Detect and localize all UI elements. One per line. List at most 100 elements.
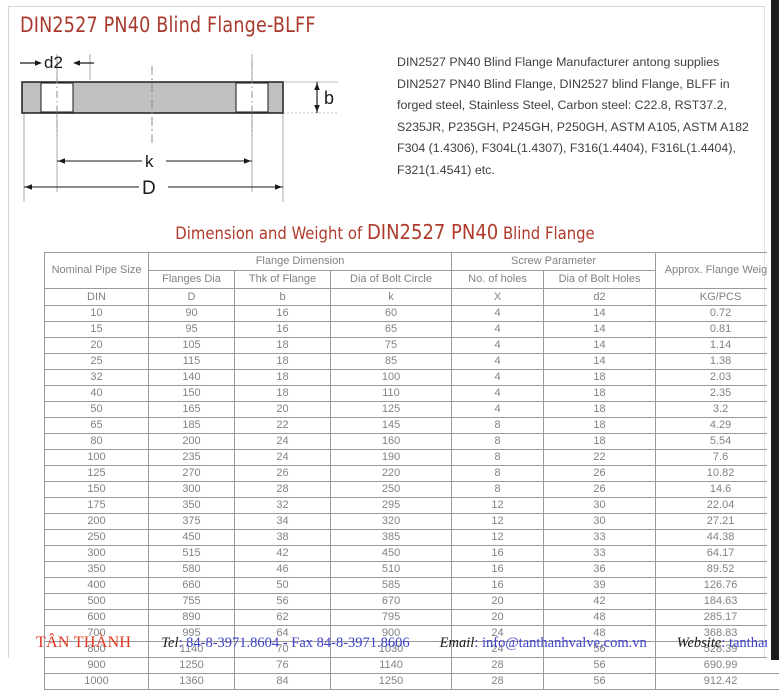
section-heading-suffix: Blind Flange [498,224,594,243]
table-cell: 150 [149,386,235,402]
table-cell: 38 [235,530,331,546]
table-cell: 670 [331,594,452,610]
table-cell: 320 [331,514,452,530]
table-header-symbol-row: DIN D b k X d2 KG/PCS [45,289,779,306]
symbol-din: DIN [45,289,149,306]
table-row: 400660505851639126.76 [45,578,779,594]
table-cell: 4 [452,386,544,402]
table-cell: 18 [235,386,331,402]
table-cell: 1.14 [656,338,779,354]
flange-diagram-svg: d2 b k D [8,44,378,214]
flange-dimension-table: Nominal Pipe Size Flange Dimension Screw… [44,252,779,690]
table-cell: 125 [331,402,452,418]
table-cell: 125 [45,466,149,482]
table-cell: 250 [331,482,452,498]
table-cell: 580 [149,562,235,578]
table-cell: 46 [235,562,331,578]
table-row: 80200241608185.54 [45,434,779,450]
table-cell: 8 [452,482,544,498]
table-row: 65185221458184.29 [45,418,779,434]
table-cell: 450 [149,530,235,546]
table-header-group-row: Nominal Pipe Size Flange Dimension Screw… [45,253,779,271]
table-cell: 755 [149,594,235,610]
table-cell: 65 [45,418,149,434]
table-cell: 14 [544,322,656,338]
table-row: 40150181104182.35 [45,386,779,402]
description-line: DIN2527 PN40 Blind Flange, DIN2527 blind… [397,74,759,96]
table-cell: 8 [452,466,544,482]
tel-label: Tel [161,635,178,651]
table-cell: 1000 [45,674,149,690]
table-cell: 14.6 [656,482,779,498]
table-cell: 16 [452,562,544,578]
column-header-dia-of-bolt-holes: Dia of Bolt Holes [544,271,656,289]
table-row: 32140181004182.03 [45,370,779,386]
table-cell: 400 [45,578,149,594]
table-cell: 510 [331,562,452,578]
table-cell: 62 [235,610,331,626]
table-cell: 12 [452,530,544,546]
table-cell: 250 [45,530,149,546]
table-cell: 585 [331,578,452,594]
table-cell: 12 [452,514,544,530]
table-cell: 20 [45,338,149,354]
table-cell: 18 [235,338,331,354]
table-cell: 8 [452,450,544,466]
table-cell: 220 [331,466,452,482]
table-cell: 18 [544,418,656,434]
table-row: 17535032295123022.04 [45,498,779,514]
table-row: 159516654140.81 [45,322,779,338]
symbol-unit: KG/PCS [656,289,779,306]
table-cell: 5.54 [656,434,779,450]
symbol-b: b [235,289,331,306]
table-cell: 65 [331,322,452,338]
table-cell: 27.21 [656,514,779,530]
website-label: Website [677,635,722,651]
table-row: 20037534320123027.21 [45,514,779,530]
table-cell: 4 [452,322,544,338]
table-cell: 890 [149,610,235,626]
table-cell: 22.04 [656,498,779,514]
table-row: 1252702622082610.82 [45,466,779,482]
table-cell: 4 [452,370,544,386]
table-cell: 200 [149,434,235,450]
table-cell: 375 [149,514,235,530]
table-cell: 4 [452,402,544,418]
table-cell: 26 [544,466,656,482]
table-cell: 32 [45,370,149,386]
table-cell: 22 [235,418,331,434]
table-cell: 1.38 [656,354,779,370]
table-cell: 42 [235,546,331,562]
table-cell: 18 [544,434,656,450]
table-cell: 16 [235,306,331,322]
table-row: 500755566702042184.63 [45,594,779,610]
symbol-X: X [452,289,544,306]
table-cell: 10 [45,306,149,322]
product-description: DIN2527 PN40 Blind Flange Manufacturer a… [397,52,759,181]
table-section-heading: Dimension and Weight of DIN2527 PN40 Bli… [0,220,770,244]
table-cell: 44.38 [656,530,779,546]
table-cell: 64.17 [656,546,779,562]
column-header-dia-of-bolt-circle: Dia of Bolt Circle [331,271,452,289]
table-cell: 56 [544,674,656,690]
table-row: 100235241908227.6 [45,450,779,466]
table-cell: 600 [45,610,149,626]
table-row: 109016604140.72 [45,306,779,322]
table-row: 2010518754141.14 [45,338,779,354]
description-line: F304 (1.4306), F304L(1.4307), F316(1.440… [397,138,759,160]
table-cell: 48 [544,610,656,626]
table-cell: 20 [452,594,544,610]
description-line: DIN2527 PN40 Blind Flange Manufacturer a… [397,52,759,74]
table-cell: 4 [452,354,544,370]
page-title: DIN2527 PN40 Blind Flange-BLFF [20,13,316,37]
email-value[interactable]: : info@tanthanhvalve.com.vn [474,635,646,651]
table-cell: 100 [331,370,452,386]
table-cell: 912.42 [656,674,779,690]
table-cell: 2.35 [656,386,779,402]
section-heading-emphasis: DIN2527 PN40 [367,220,498,244]
symbol-D: D [149,289,235,306]
table-cell: 16 [235,322,331,338]
table-cell: 28 [235,482,331,498]
description-line: S235JR, P235GH, P245GH, P250GH, ASTM A10… [397,117,759,139]
table-cell: 0.81 [656,322,779,338]
